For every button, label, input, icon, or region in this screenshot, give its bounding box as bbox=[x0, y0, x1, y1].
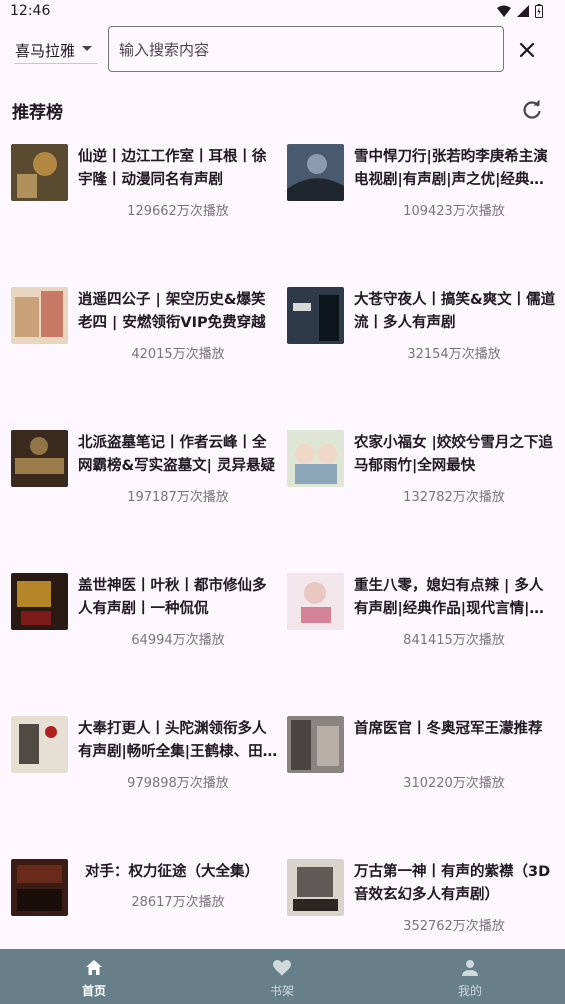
book-plays: 197187万次播放 bbox=[127, 490, 229, 505]
cover-image-icon bbox=[287, 144, 344, 201]
book-plays: 129662万次播放 bbox=[127, 204, 229, 219]
nav-item-mine[interactable]: 我的 bbox=[376, 949, 564, 1004]
book-card[interactable]: 逍遥四公子 | 架空历史&爆笑老四 | 安燃领衔VIP免费穿越 42015万次播… bbox=[11, 283, 283, 403]
book-card[interactable]: 雪中悍刀行|张若昀李庚希主演电视剧|有声剧|声之优|经典作品 109423万次播… bbox=[287, 140, 559, 260]
book-title: 北派盗墓笔记丨作者云峰丨全网霸榜&写实盗墓文| 灵异悬疑 bbox=[78, 435, 275, 474]
status-icons bbox=[497, 4, 543, 18]
cover-image-icon bbox=[287, 430, 344, 487]
book-cover bbox=[287, 287, 344, 344]
nav-item-shelf[interactable]: 书架 bbox=[188, 949, 376, 1004]
book-plays: 310220万次播放 bbox=[403, 776, 505, 791]
book-cover bbox=[287, 430, 344, 487]
book-title: 首席医官丨冬奥冠军王濛推荐 bbox=[354, 721, 543, 737]
book-plays: 28617万次播放 bbox=[131, 895, 225, 910]
book-plays: 841415万次播放 bbox=[403, 633, 505, 648]
source-dropdown-label: 喜马拉雅 bbox=[15, 42, 76, 60]
search-input[interactable] bbox=[119, 39, 489, 61]
book-title: 农家小福女 |姣姣兮雪月之下追马郁雨竹|全网最快 bbox=[354, 435, 553, 474]
book-cover bbox=[11, 430, 68, 487]
status-time: 12:46 bbox=[10, 3, 51, 19]
book-cover bbox=[11, 716, 68, 773]
cover-image-icon bbox=[11, 144, 68, 201]
book-title: 盖世神医丨叶秋丨都市修仙多人有声剧丨一种侃侃 bbox=[78, 578, 267, 617]
book-plays: 132782万次播放 bbox=[403, 490, 505, 505]
close-button[interactable] bbox=[514, 37, 540, 63]
book-card[interactable]: 大苍守夜人丨搞笑&爽文丨儒道流丨多人有声剧 32154万次播放 bbox=[287, 283, 559, 403]
book-cover bbox=[287, 859, 344, 916]
home-icon bbox=[86, 960, 102, 975]
book-card[interactable]: 重生八零，媳妇有点辣 | 多人有声剧|经典作品|现代言情|甜宠 841415万次… bbox=[287, 569, 559, 689]
book-title: 万古第一神丨有声的紫襟（3D音效玄幻多人有声剧） bbox=[354, 864, 551, 903]
cover-image-icon bbox=[11, 716, 68, 773]
book-card[interactable]: 大奉打更人丨头陀渊领衔多人有声剧|畅听全集|王鹤棣、田曦薇 979898万次播放 bbox=[11, 712, 283, 832]
book-plays: 979898万次播放 bbox=[127, 776, 229, 791]
book-cover bbox=[287, 716, 344, 773]
search-row: 喜马拉雅 bbox=[0, 24, 565, 74]
refresh-button[interactable] bbox=[520, 98, 544, 122]
book-title: 仙逆丨边江工作室丨耳根丨徐宇隆丨动漫同名有声剧 bbox=[78, 149, 267, 188]
book-title: 大奉打更人丨头陀渊领衔多人有声剧|畅听全集|王鹤棣、田曦薇 bbox=[78, 721, 278, 760]
book-card[interactable]: 北派盗墓笔记丨作者云峰丨全网霸榜&写实盗墓文| 灵异悬疑 197187万次播放 bbox=[11, 426, 283, 546]
book-plays: 352762万次播放 bbox=[403, 919, 505, 934]
book-card[interactable]: 农家小福女 |姣姣兮雪月之下追马郁雨竹|全网最快 132782万次播放 bbox=[287, 426, 559, 546]
cover-image-icon bbox=[11, 859, 68, 916]
book-card[interactable]: 首席医官丨冬奥冠军王濛推荐 310220万次播放 bbox=[287, 712, 559, 832]
book-cover bbox=[287, 573, 344, 630]
book-card[interactable]: 盖世神医丨叶秋丨都市修仙多人有声剧丨一种侃侃 64994万次播放 bbox=[11, 569, 283, 689]
battery-icon bbox=[535, 4, 543, 18]
book-plays: 32154万次播放 bbox=[407, 347, 501, 362]
book-cover bbox=[11, 144, 68, 201]
nav-label-mine: 我的 bbox=[457, 984, 482, 998]
cover-image-icon bbox=[287, 287, 344, 344]
chevron-down-icon bbox=[82, 46, 92, 51]
cover-image-icon bbox=[287, 859, 344, 916]
section-title: 推荐榜 bbox=[12, 103, 63, 123]
wifi-icon bbox=[497, 5, 511, 17]
book-title: 对手：权力征途（大全集） bbox=[85, 864, 259, 880]
person-icon bbox=[462, 960, 478, 976]
nav-label-shelf: 书架 bbox=[269, 984, 294, 998]
cover-image-icon bbox=[11, 430, 68, 487]
refresh-icon bbox=[523, 99, 541, 119]
book-cover bbox=[287, 144, 344, 201]
nav-item-home[interactable]: 首页 bbox=[0, 949, 188, 1004]
book-card[interactable]: 仙逆丨边江工作室丨耳根丨徐宇隆丨动漫同名有声剧 129662万次播放 bbox=[11, 140, 283, 260]
bottom-nav: 首页 书架 我的 bbox=[0, 949, 565, 1004]
status-bar: 12:46 bbox=[0, 0, 565, 24]
book-cover bbox=[11, 859, 68, 916]
cover-image-icon bbox=[11, 573, 68, 630]
book-title: 重生八零，媳妇有点辣 | 多人有声剧|经典作品|现代言情|甜宠 bbox=[354, 578, 544, 617]
book-cover bbox=[11, 573, 68, 630]
signal-icon bbox=[517, 5, 529, 17]
book-title: 大苍守夜人丨搞笑&爽文丨儒道流丨多人有声剧 bbox=[354, 292, 556, 331]
source-dropdown[interactable]: 喜马拉雅 bbox=[14, 38, 98, 64]
book-plays: 109423万次播放 bbox=[403, 204, 505, 219]
close-icon bbox=[519, 42, 535, 58]
cover-image-icon bbox=[287, 716, 344, 773]
book-plays: 64994万次播放 bbox=[131, 633, 225, 648]
nav-label-home: 首页 bbox=[81, 984, 106, 998]
search-box[interactable] bbox=[108, 26, 504, 72]
heart-icon bbox=[273, 960, 291, 976]
book-title: 逍遥四公子 | 架空历史&爆笑老四 | 安燃领衔VIP免费穿越 bbox=[78, 292, 266, 331]
book-plays: 42015万次播放 bbox=[131, 347, 225, 362]
cover-image-icon bbox=[11, 287, 68, 344]
book-title: 雪中悍刀行|张若昀李庚希主演电视剧|有声剧|声之优|经典作品 bbox=[354, 149, 548, 188]
book-cover bbox=[11, 287, 68, 344]
cover-image-icon bbox=[287, 573, 344, 630]
